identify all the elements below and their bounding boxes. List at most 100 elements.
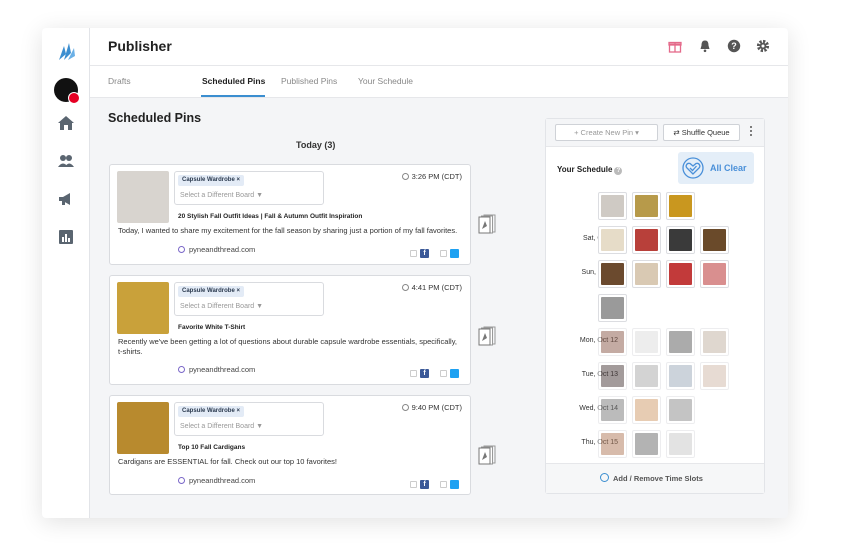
board-selector[interactable]: Capsule Wardrobe × Select a Different Bo…	[174, 282, 324, 316]
gear-icon[interactable]	[756, 39, 770, 53]
tab-your-schedule[interactable]: Your Schedule	[358, 76, 413, 86]
pin-preview-icon[interactable]	[478, 445, 496, 465]
pin-title[interactable]: 20 Stylish Fall Outfit Ideas | Fall & Au…	[178, 213, 362, 220]
tailwind-logo-icon[interactable]	[56, 40, 78, 62]
pinterest-badge-icon	[68, 92, 80, 104]
active-tab-indicator	[201, 95, 265, 97]
pin-title[interactable]: Favorite White T-Shirt	[178, 324, 245, 331]
pin-title[interactable]: Top 10 Fall Cardigans	[178, 444, 245, 451]
schedule-slot[interactable]	[632, 260, 661, 288]
schedule-slot[interactable]	[700, 226, 729, 254]
schedule-day-row: Tue, Oct 13	[546, 362, 766, 390]
schedule-slot[interactable]	[666, 226, 695, 254]
pin-card[interactable]: Capsule Wardrobe × Select a Different Bo…	[109, 164, 471, 265]
board-select-placeholder[interactable]: Select a Different Board ▼	[180, 303, 263, 310]
schedule-slot[interactable]	[632, 430, 661, 458]
pin-preview-icon[interactable]	[478, 214, 496, 234]
slot-thumbnail	[601, 365, 624, 387]
add-remove-time-slots-button[interactable]: Add / Remove Time Slots	[546, 463, 764, 493]
help-icon[interactable]: ?	[614, 167, 623, 175]
board-selector[interactable]: Capsule Wardrobe × Select a Different Bo…	[174, 171, 324, 205]
schedule-slot[interactable]	[598, 362, 627, 390]
schedule-day-row: Sat, Oct 10	[546, 226, 766, 254]
analytics-icon[interactable]	[57, 228, 75, 246]
pin-link[interactable]: pyneandthread.com	[178, 245, 255, 254]
board-tag[interactable]: Capsule Wardrobe ×	[178, 406, 244, 417]
board-tag[interactable]: Capsule Wardrobe ×	[178, 175, 244, 186]
board-remove-icon[interactable]: ×	[236, 177, 240, 183]
schedule-slot[interactable]	[598, 328, 627, 356]
board-remove-icon[interactable]: ×	[236, 288, 240, 294]
shuffle-queue-button[interactable]: ⇄ Shuffle Queue	[663, 124, 740, 141]
pin-description[interactable]: Today, I wanted to share my excitement f…	[118, 226, 462, 236]
schedule-slot[interactable]	[598, 260, 627, 288]
schedule-slot[interactable]	[632, 226, 661, 254]
facebook-share-checkbox[interactable]	[410, 481, 417, 488]
pin-card[interactable]: Capsule Wardrobe × Select a Different Bo…	[109, 395, 471, 495]
board-selector[interactable]: Capsule Wardrobe × Select a Different Bo…	[174, 402, 324, 436]
pin-time[interactable]: 9:40 PM (CDT)	[401, 403, 462, 412]
create-new-pin-button[interactable]: + Create New Pin ▾	[555, 124, 658, 141]
tab-published-pins[interactable]: Published Pins	[281, 76, 337, 86]
twitter-share-checkbox[interactable]	[440, 250, 447, 257]
pin-time-text: 9:40 PM (CDT)	[411, 403, 462, 412]
tab-drafts[interactable]: Drafts	[108, 76, 131, 86]
tab-scheduled-pins[interactable]: Scheduled Pins	[202, 76, 265, 86]
schedule-slot[interactable]	[700, 362, 729, 390]
board-select-placeholder[interactable]: Select a Different Board ▼	[180, 423, 263, 430]
clock-icon	[401, 173, 409, 180]
help-icon[interactable]: ?	[727, 39, 741, 53]
schedule-slot[interactable]	[632, 362, 661, 390]
schedule-slot[interactable]	[598, 226, 627, 254]
pin-link[interactable]: pyneandthread.com	[178, 365, 255, 374]
slot-thumbnail	[635, 433, 658, 455]
pin-card[interactable]: Capsule Wardrobe × Select a Different Bo…	[109, 275, 471, 385]
schedule-slot[interactable]	[666, 328, 695, 356]
more-options-icon[interactable]	[749, 126, 753, 140]
schedule-slot[interactable]	[632, 396, 661, 424]
pin-thumbnail[interactable]	[117, 282, 169, 334]
schedule-slot[interactable]	[598, 396, 627, 424]
board-remove-icon[interactable]: ×	[236, 408, 240, 414]
schedule-slot[interactable]	[666, 362, 695, 390]
facebook-share-checkbox[interactable]	[410, 370, 417, 377]
users-icon[interactable]	[57, 152, 75, 170]
megaphone-icon[interactable]	[57, 190, 75, 208]
pin-thumbnail[interactable]	[117, 402, 169, 454]
page-title: Publisher	[108, 38, 172, 54]
globe-icon	[178, 477, 185, 484]
schedule-slot[interactable]	[598, 192, 627, 220]
pin-time[interactable]: 3:26 PM (CDT)	[401, 172, 462, 181]
slot-thumbnail	[635, 229, 658, 251]
facebook-share-checkbox[interactable]	[410, 250, 417, 257]
board-tag[interactable]: Capsule Wardrobe ×	[178, 286, 244, 297]
schedule-day-row: Mon, Oct 12	[546, 328, 766, 356]
pin-link[interactable]: pyneandthread.com	[178, 476, 255, 485]
slot-thumbnail	[601, 229, 624, 251]
home-icon[interactable]	[57, 114, 75, 132]
schedule-slot[interactable]	[632, 328, 661, 356]
pin-description[interactable]: Cardigans are ESSENTIAL for fall. Check …	[118, 457, 462, 467]
slot-thumbnail	[635, 195, 658, 217]
gift-icon[interactable]	[668, 39, 682, 53]
pin-description[interactable]: Recently we've been getting a lot of que…	[118, 337, 462, 357]
pin-thumbnail[interactable]	[117, 171, 169, 223]
schedule-slot[interactable]	[666, 192, 695, 220]
pin-preview-icon[interactable]	[478, 326, 496, 346]
facebook-icon: f	[420, 480, 429, 489]
schedule-slot[interactable]	[666, 260, 695, 288]
slot-thumbnail	[703, 229, 726, 251]
schedule-slot[interactable]	[666, 430, 695, 458]
schedule-slot[interactable]	[700, 328, 729, 356]
schedule-slot[interactable]	[632, 192, 661, 220]
pin-time[interactable]: 4:41 PM (CDT)	[401, 283, 462, 292]
schedule-slot[interactable]	[598, 430, 627, 458]
board-select-placeholder[interactable]: Select a Different Board ▼	[180, 192, 263, 199]
bell-icon[interactable]	[698, 39, 712, 53]
twitter-share-checkbox[interactable]	[440, 370, 447, 377]
schedule-slot[interactable]	[598, 294, 627, 322]
twitter-share-checkbox[interactable]	[440, 481, 447, 488]
slot-thumbnail	[669, 433, 692, 455]
schedule-slot[interactable]	[700, 260, 729, 288]
schedule-slot[interactable]	[666, 396, 695, 424]
